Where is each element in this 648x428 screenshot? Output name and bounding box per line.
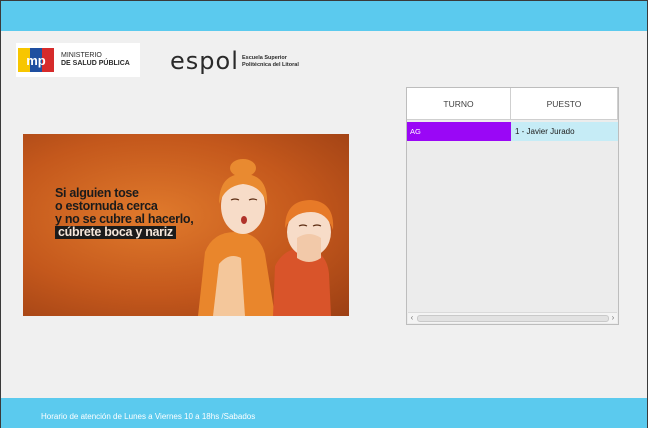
espol-sub-line-2: Politécnica del Litoral [242, 62, 299, 68]
turno-cell: AG [407, 122, 511, 141]
opening-hours-text: Horario de atención de Lunes a Viernes 1… [41, 412, 256, 421]
banner-message: Si alguien tose o estornuda cerca y no s… [55, 187, 194, 239]
table-row[interactable]: AG 1 - Javier Jurado [407, 122, 618, 141]
msp-line-1: MINISTERIO [61, 52, 102, 59]
msp-line-2: DE SALUD PÚBLICA [61, 60, 130, 67]
scroll-right-icon[interactable]: › [609, 313, 617, 323]
health-tip-banner: Si alguien tose o estornuda cerca y no s… [23, 134, 349, 316]
msp-mark-icon: mp [18, 48, 54, 72]
espol-wordmark: espol [170, 47, 239, 75]
espol-logo: espol Escuela Superior Politécnica del L… [170, 48, 330, 76]
column-header-puesto: PUESTO [511, 88, 618, 120]
msp-logo: mp MINISTERIO DE SALUD PÚBLICA [16, 43, 140, 77]
horizontal-scrollbar[interactable]: ‹ › [408, 312, 617, 323]
espol-sub-line-1: Escuela Superior [242, 55, 287, 61]
banner-highlight: cúbrete boca y nariz [55, 226, 176, 239]
column-header-turno: TURNO [407, 88, 511, 120]
puesto-cell: 1 - Javier Jurado [511, 122, 618, 141]
queue-table: TURNO PUESTO AG 1 - Javier Jurado ‹ › [406, 87, 619, 325]
msp-logo-text: MINISTERIO DE SALUD PÚBLICA [61, 52, 130, 68]
scrollbar-thumb[interactable] [417, 315, 609, 322]
scroll-left-icon[interactable]: ‹ [408, 313, 416, 323]
top-bar [1, 1, 647, 31]
svg-text:mp: mp [26, 53, 46, 68]
espol-subtitle: Escuela Superior Politécnica del Litoral [242, 55, 299, 69]
